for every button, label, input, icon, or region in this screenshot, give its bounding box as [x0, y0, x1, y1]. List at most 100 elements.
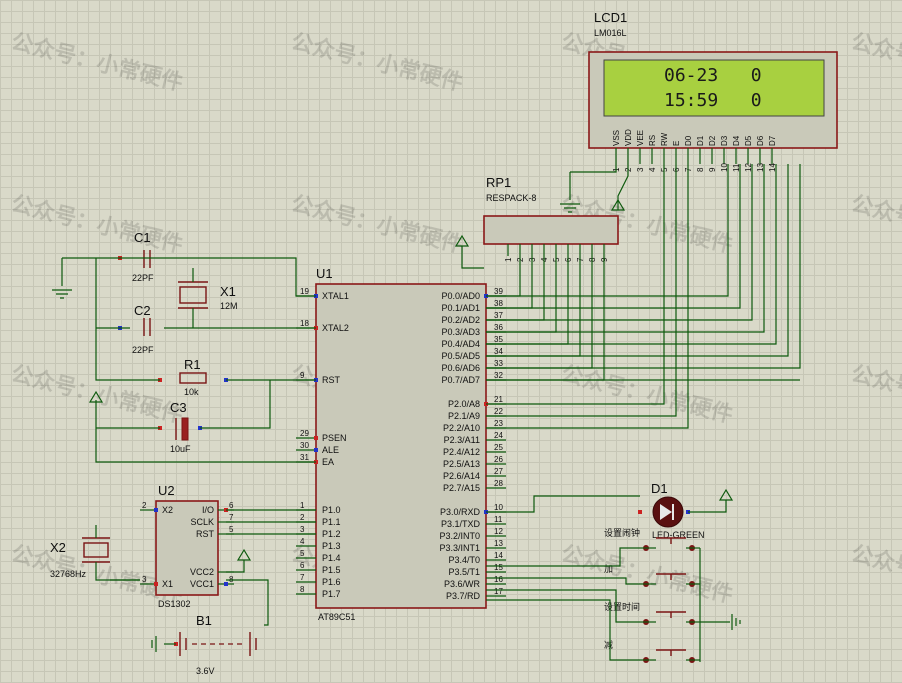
- u1-pin-number: 32: [494, 371, 503, 380]
- u1-pin-number: 22: [494, 407, 503, 416]
- pin-endpoint-marker: [314, 436, 318, 440]
- lcd-line-2: 15:59 0: [664, 90, 762, 111]
- u1-pin-name: P3.2/INT0: [439, 531, 480, 541]
- u1-pin-number: 29: [300, 429, 309, 438]
- u1-pin-name: P1.7: [322, 589, 341, 599]
- c3-ref: C3: [170, 400, 187, 415]
- x2-ref: X2: [50, 540, 66, 555]
- u1-pin-name: P0.5/AD5: [441, 351, 480, 361]
- u2-pin-number: 6: [229, 501, 234, 510]
- schematic-canvas: 公众号：小常硬件 公众号：小常硬件 公众号：小常硬件 公众号：小常硬件 公众号：小常硬件…: [0, 0, 902, 683]
- capacitor-c1[interactable]: [143, 250, 151, 268]
- u1-ref: U1: [316, 266, 333, 281]
- u1-pin-name: RST: [322, 375, 341, 385]
- pin-endpoint-marker: [224, 582, 228, 586]
- u1-pin-number: 28: [494, 479, 503, 488]
- u1-pin-number: 27: [494, 467, 503, 476]
- watermark-text: 公众号：小常硬件: [849, 541, 902, 609]
- c1-value: 22PF: [132, 273, 154, 283]
- lcd-ref: LCD1: [594, 10, 627, 25]
- u1-pin-name: P3.4/T0: [448, 555, 480, 565]
- r1-value: 10k: [184, 387, 199, 397]
- u2-pin-name: VCC2: [190, 567, 214, 577]
- u1-pin-name: P3.7/RD: [446, 591, 481, 601]
- push-button[interactable]: [640, 649, 700, 663]
- lcd-pin-name: D0: [684, 135, 693, 146]
- lcd-pin-name: D3: [720, 135, 729, 146]
- watermark-text: 公众号：小常硬件: [849, 191, 902, 259]
- u1-pin-number: 5: [300, 549, 305, 558]
- b1-value: 3.6V: [196, 666, 215, 676]
- watermark-text: 公众号：小常硬件: [849, 361, 902, 429]
- u1-pin-number: 31: [300, 453, 309, 462]
- u1-part: AT89C51: [318, 612, 355, 622]
- u1-pin-name: XTAL2: [322, 323, 349, 333]
- u1-pin-name: P3.1/TXD: [441, 519, 481, 529]
- u2-ref: U2: [158, 483, 175, 498]
- u2-pin-number: 2: [142, 501, 147, 510]
- c3-value: 10uF: [170, 444, 191, 454]
- lcd-pin-name: D4: [732, 135, 741, 146]
- u1-pin-number: 1: [300, 501, 305, 510]
- u1-pin-number: 16: [494, 575, 503, 584]
- u1-pin-number: 9: [300, 371, 305, 380]
- u1-pin-name: ALE: [322, 445, 339, 455]
- u1-pin-number: 8: [300, 585, 305, 594]
- u1-pin-number: 21: [494, 395, 503, 404]
- u1-pin-name: P2.0/A8: [448, 399, 480, 409]
- u1-pin-name: P1.6: [322, 577, 341, 587]
- u1-pin-name: P2.3/A11: [444, 435, 480, 445]
- led-d1[interactable]: [652, 496, 684, 528]
- u1-pin-name: P2.6/A14: [443, 471, 480, 481]
- watermark-text: 公众号：小常硬件: [9, 191, 186, 259]
- u1-pin-number: 38: [494, 299, 503, 308]
- u1-pin-number: 11: [494, 515, 503, 524]
- u1-pin-number: 7: [300, 573, 305, 582]
- u1-pin-name: P2.2/A10: [443, 423, 480, 433]
- lcd-pin-number: 9: [708, 167, 717, 172]
- resistor-r1[interactable]: [179, 372, 207, 384]
- lcd-pin-name: D7: [768, 135, 777, 146]
- battery-b1[interactable]: [179, 632, 257, 656]
- u1-pin-number: 4: [300, 537, 305, 546]
- lcd-line-1: 06-23 0: [664, 65, 762, 86]
- u1-pin-number: 37: [494, 311, 503, 320]
- lcd-pin-name: E: [672, 141, 681, 146]
- u1-pin-number: 2: [300, 513, 305, 522]
- u1-pin-name: P0.7/AD7: [441, 375, 480, 385]
- u2-pin-name: SCLK: [190, 517, 214, 527]
- u1-pin-number: 10: [494, 503, 503, 512]
- capacitor-c2[interactable]: [143, 318, 151, 336]
- u1-pin-number: 39: [494, 287, 503, 296]
- u1-pin-number: 17: [494, 587, 503, 596]
- u1-pin-name: P1.5: [322, 565, 341, 575]
- u2-pin-name: X1: [162, 579, 173, 589]
- pin-endpoint-marker: [638, 510, 642, 514]
- c2-ref: C2: [134, 303, 151, 318]
- u1-pin-name: P2.5/A13: [443, 459, 480, 469]
- u1-pin-name: P1.1: [322, 517, 341, 527]
- rp1-part: RESPACK-8: [486, 193, 536, 203]
- crystal-x1[interactable]: [178, 281, 208, 309]
- u1-pin-name: XTAL1: [322, 291, 349, 301]
- u2-pin-number: 3: [142, 575, 147, 584]
- lcd-pin-name: D2: [708, 135, 717, 146]
- u1-pin-number: 15: [494, 563, 503, 572]
- u1-pin-name: PSEN: [322, 433, 347, 443]
- push-button-label: 减: [604, 639, 613, 650]
- crystal-x2[interactable]: [82, 537, 110, 563]
- u1-pin-number: 18: [300, 319, 309, 328]
- watermark-text: 公众号：小常硬件: [9, 29, 186, 97]
- push-button[interactable]: [640, 611, 700, 625]
- u1-pin-name: P0.0/AD0: [441, 291, 480, 301]
- u2-part: DS1302: [158, 599, 191, 609]
- u1-pin-number: 3: [300, 525, 305, 534]
- u1-pin-number: 34: [494, 347, 503, 356]
- r1-ref: R1: [184, 357, 201, 372]
- u2-pin-number: 7: [229, 513, 234, 522]
- u1-pin-number: 23: [494, 419, 503, 428]
- rp1-body[interactable]: [483, 215, 619, 245]
- rp1-pin-number: 1: [504, 257, 513, 262]
- x2-value: 32768Hz: [50, 569, 87, 579]
- u1-pin-number: 14: [494, 551, 503, 560]
